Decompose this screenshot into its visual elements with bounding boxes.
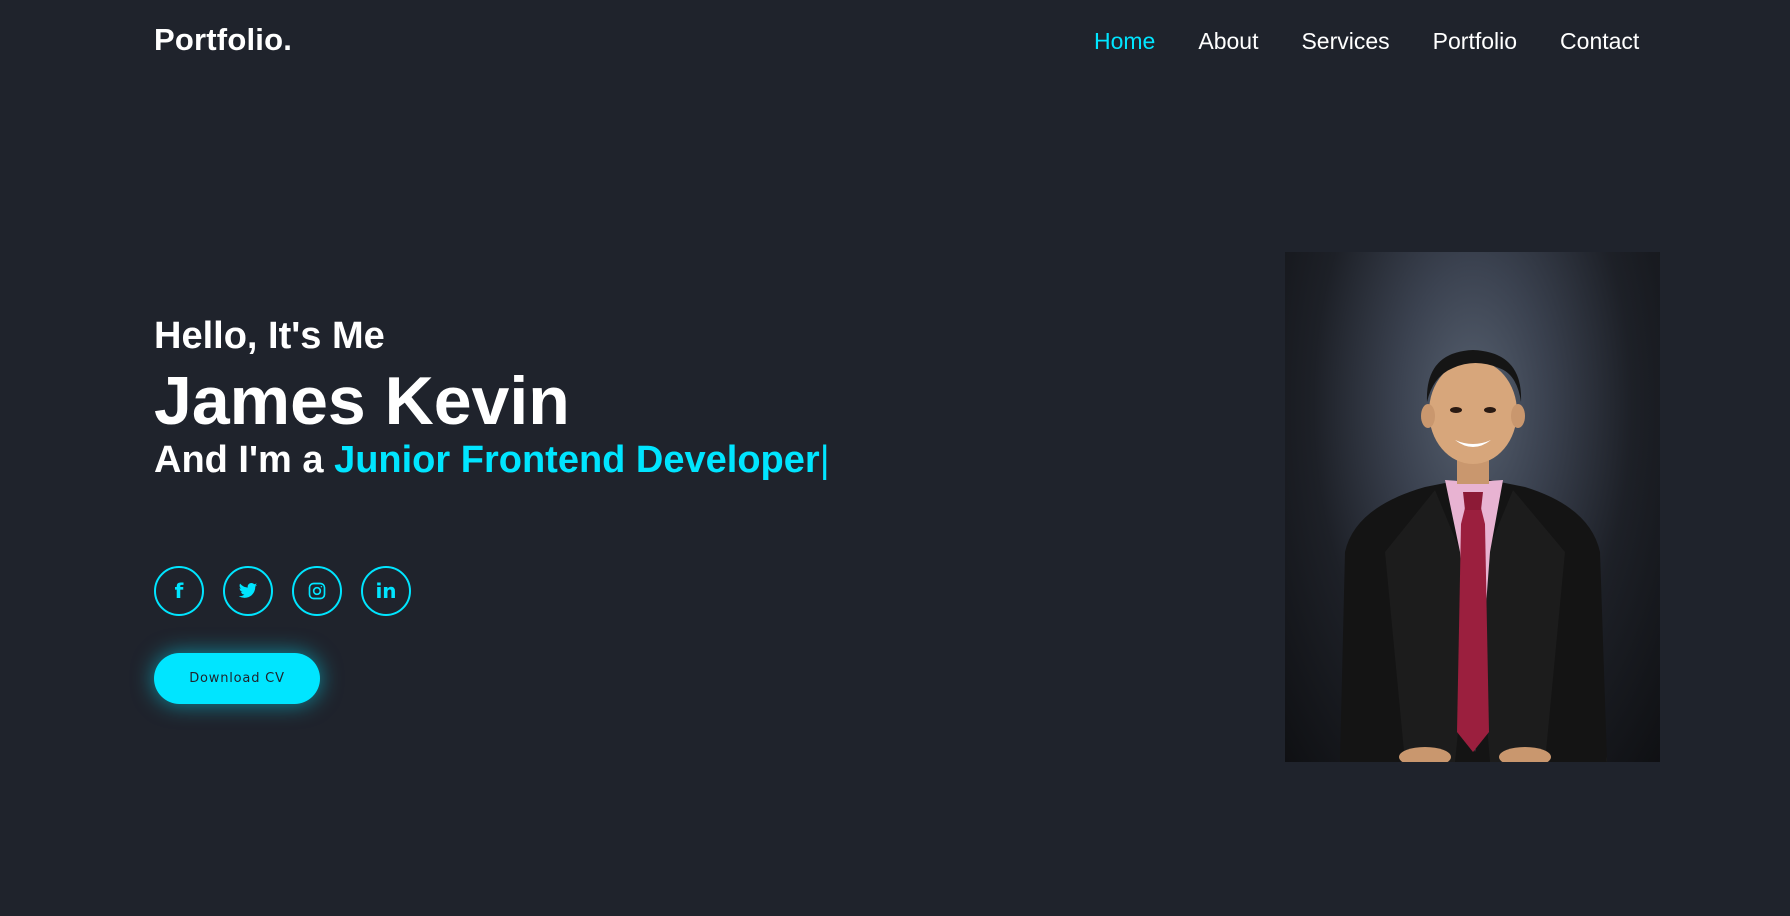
- nav-link-about[interactable]: About: [1198, 28, 1258, 55]
- social-links: f in: [154, 566, 411, 616]
- profile-photo: [1285, 252, 1660, 762]
- nav-link-services[interactable]: Services: [1301, 28, 1389, 55]
- hero-name: James Kevin: [154, 363, 570, 439]
- main-nav: Home About Services Portfolio Contact: [1094, 28, 1639, 55]
- nav-link-portfolio[interactable]: Portfolio: [1433, 28, 1517, 55]
- site-logo[interactable]: Portfolio.: [154, 22, 292, 58]
- instagram-icon: [308, 582, 326, 600]
- twitter-icon: [238, 583, 258, 598]
- twitter-link[interactable]: [223, 566, 273, 616]
- role-prefix: And I'm a: [154, 439, 335, 481]
- instagram-link[interactable]: [292, 566, 342, 616]
- linkedin-link[interactable]: in: [361, 566, 411, 616]
- role-highlight: Junior Frontend Developer: [334, 439, 820, 481]
- profile-portrait-illustration: [1340, 350, 1607, 762]
- download-cv-button[interactable]: Download CV: [154, 653, 320, 704]
- nav-link-contact[interactable]: Contact: [1560, 28, 1639, 55]
- hero-text: Hello, It's Me James Kevin And I'm a Jun…: [154, 312, 830, 484]
- facebook-link[interactable]: f: [154, 566, 204, 616]
- linkedin-icon: in: [375, 579, 397, 603]
- typing-cursor: |: [819, 439, 830, 481]
- facebook-icon: f: [174, 579, 184, 603]
- hero-role: And I'm a Junior Frontend Developer|: [154, 436, 830, 484]
- nav-link-home[interactable]: Home: [1094, 28, 1155, 55]
- hero-greeting: Hello, It's Me: [154, 315, 385, 357]
